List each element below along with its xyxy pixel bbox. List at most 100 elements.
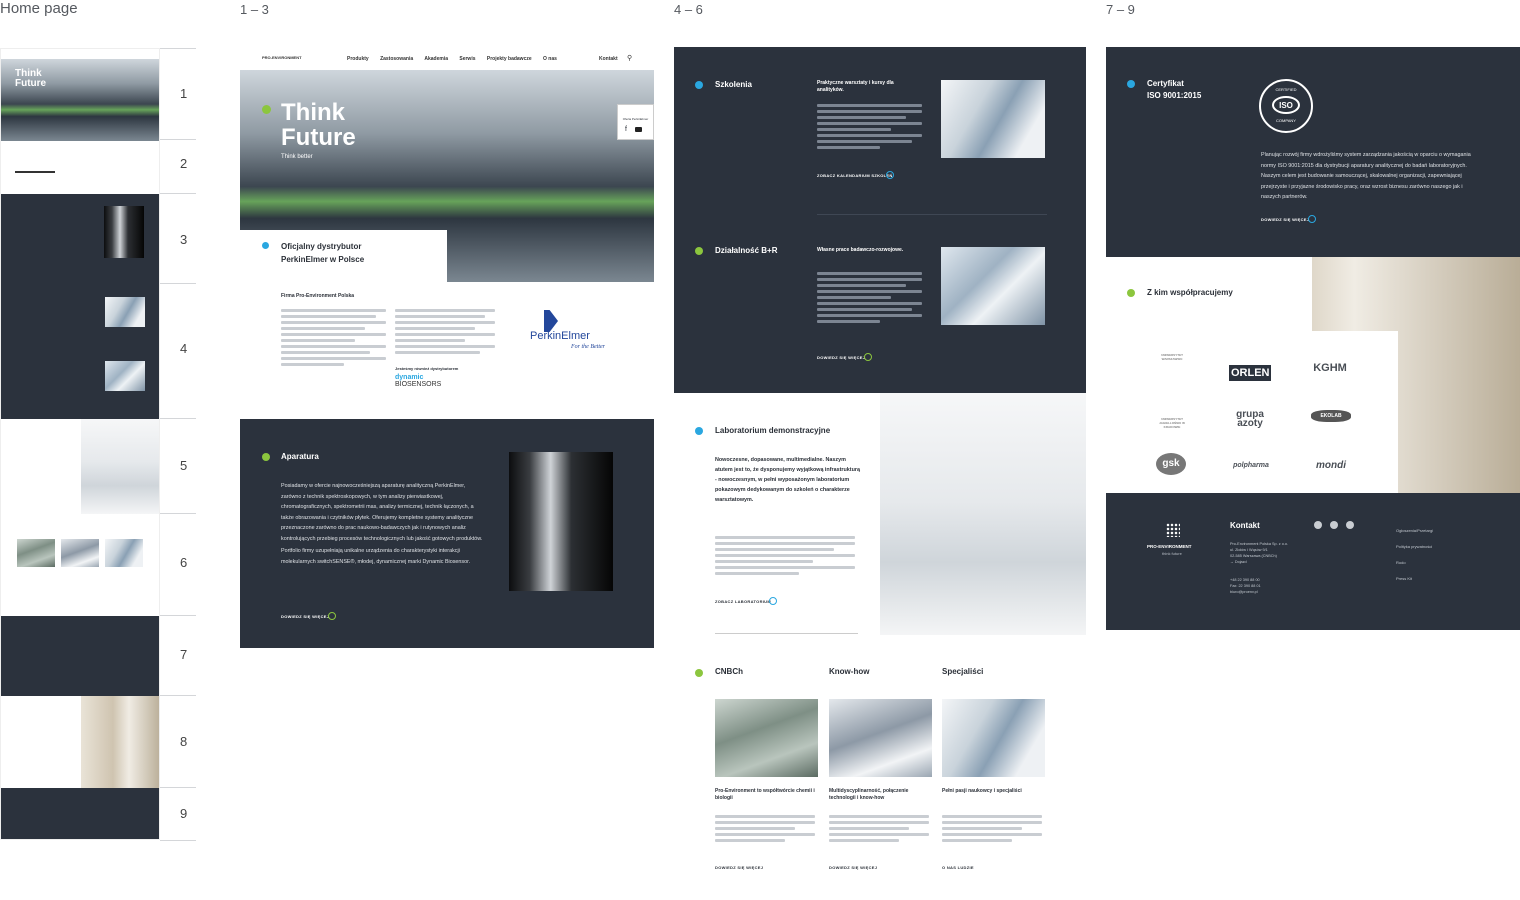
footer-logo[interactable]: PRO-ENVIRONMENT — [1147, 544, 1192, 549]
column-label-1-3: 1 – 3 — [240, 2, 269, 17]
row-number: 7 — [180, 647, 188, 662]
column-label-home: Home page — [0, 0, 78, 17]
green-dot-icon — [262, 453, 270, 461]
firm-title: Firma Pro-Environment Polska — [281, 293, 355, 299]
partner-logo-kghm: KGHM — [1313, 362, 1347, 374]
dynamic-logo: dynamic — [395, 374, 424, 381]
distributor-heading: Oficjalny dystrybutor PerkinElmer w Pols… — [281, 242, 365, 264]
column-label-4-6: 4 – 6 — [674, 2, 703, 17]
arrow-right-icon[interactable] — [769, 597, 777, 605]
card-heading-know-how: Know-how — [829, 667, 870, 676]
hero-subtitle: Think better — [281, 154, 313, 160]
know-how-image — [829, 699, 932, 777]
green-dot-icon — [1127, 289, 1135, 297]
br-heading: Działalność B+R — [715, 246, 778, 255]
row-number: 4 — [180, 341, 188, 356]
aparatura-text-2: Portfolio firmy uzupełniają unikalne urz… — [281, 548, 471, 565]
footer: PRO-ENVIRONMENT think future Kontakt Pro… — [1106, 493, 1520, 630]
cnbch-image — [715, 699, 818, 777]
card-heading-cnbch: CNBCh — [715, 667, 743, 676]
br-more-link[interactable]: DOWIEDZ SIĘ WIĘCEJ — [817, 355, 865, 360]
row-number: 5 — [180, 458, 188, 473]
facebook-icon[interactable] — [1330, 521, 1338, 529]
br-sub: Własne prace badawczo-rozwojowe. — [817, 247, 904, 253]
lab-bold-text: Nowoczesne, dopasowane, multimedialne. N… — [715, 457, 860, 503]
youtube-icon[interactable] — [635, 127, 642, 132]
arrow-right-icon[interactable] — [328, 612, 336, 620]
know-how-title: Multidyscyplinarność, połączenie technol… — [829, 788, 909, 801]
iso-heading-1: Certyfikat — [1147, 79, 1184, 88]
arrow-right-icon[interactable] — [864, 353, 872, 361]
device-image — [509, 452, 613, 591]
row-number: 3 — [180, 232, 188, 247]
perkinelmer-logo: PerkinElmer — [530, 330, 590, 342]
footer-email[interactable]: biuro@proenv.pl — [1230, 589, 1261, 595]
nav-kontakt[interactable]: Kontakt — [599, 56, 618, 62]
specjalisci-title: Pełni pasji naukowcy i specjaliści — [942, 788, 1022, 794]
iso-badge-mid: ISO — [1272, 96, 1300, 114]
partner-logo-orlen: ORLEN — [1229, 365, 1271, 381]
footer-directions-link[interactable]: → Dojazd — [1230, 559, 1288, 565]
search-icon[interactable]: ⚲ — [627, 54, 632, 62]
lab-image — [880, 393, 1086, 635]
iso-badge-bot: COMPANY — [1276, 118, 1296, 123]
section-4-6: Szkolenia Praktyczne warsztaty i kursy d… — [674, 47, 1086, 877]
cnbch-more-link[interactable]: DOWIEDZ SIĘ WIĘCEJ — [715, 865, 763, 870]
lab-heading: Laboratorium demonstracyjne — [715, 426, 831, 435]
arrow-right-icon[interactable] — [1308, 215, 1316, 223]
szkolenia-heading: Szkolenia — [715, 80, 752, 89]
specjalisci-image — [942, 699, 1045, 777]
footer-link-polityka[interactable]: Polityka prywatności — [1396, 539, 1433, 555]
partners-heading: Z kim współpracujemy — [1147, 288, 1233, 297]
partner-logo-azoty: grupa azoty — [1236, 409, 1264, 429]
hero-title-1: Think — [281, 99, 345, 126]
iso-text: Planując rozwój firmy wdrożyliśmy system… — [1261, 152, 1471, 200]
row-number: 9 — [180, 806, 188, 821]
youtube-icon[interactable] — [1346, 521, 1354, 529]
section-7-9: Certyfikat ISO 9001:2015 CERTIFIED ISO C… — [1106, 47, 1520, 630]
facebook-icon[interactable]: f — [625, 126, 627, 133]
footer-link-rodo[interactable]: Rodo — [1396, 555, 1433, 571]
blue-dot-icon — [1127, 80, 1135, 88]
szkolenia-image — [941, 80, 1045, 158]
iso-badge-top: CERTIFIED — [1275, 87, 1297, 92]
aparatura-more-link[interactable]: DOWIEDZ SIĘ WIĘCEJ — [281, 614, 329, 619]
know-how-more-link[interactable]: DOWIEDZ SIĘ WIĘCEJ — [829, 865, 877, 870]
nav-item-produkty[interactable]: Produkty — [347, 56, 369, 62]
partner-logo-polpharma: polpharma — [1233, 462, 1269, 469]
blue-dot-icon — [695, 81, 703, 89]
iso-more-link[interactable]: DOWIEDZ SIĘ WIĘCEJ — [1261, 217, 1309, 222]
column-label-7-9: 7 – 9 — [1106, 2, 1135, 17]
specjalisci-more-link[interactable]: O NAS LUDZIE — [942, 865, 974, 870]
row-number: 2 — [180, 156, 188, 171]
footer-link-press[interactable]: Press Kit — [1396, 571, 1433, 587]
cnbch-title: Pro-Environment to współtwórcie chemii i… — [715, 788, 815, 801]
szkolenia-more-link[interactable]: ZOBACZ KALENDARIUM SZKOLEŃ — [817, 173, 893, 178]
aparatura-text: Posiadamy w ofercie najnowocześniejszą a… — [281, 483, 483, 542]
perkinelmer-logo-icon — [544, 310, 558, 332]
green-dot-icon — [695, 247, 703, 255]
iso-heading-2: ISO 9001:2015 — [1147, 91, 1202, 100]
blue-dot-icon — [262, 242, 269, 249]
row-number: 1 — [180, 86, 188, 101]
hero-side-panel[interactable]: Oferta PerkinElmer — [617, 104, 654, 140]
blue-dot-icon — [695, 427, 703, 435]
linkedin-icon[interactable] — [1314, 521, 1322, 529]
partner-logo-gsk: gsk — [1156, 453, 1186, 475]
home-page-thumbnail[interactable]: Think Future — [0, 48, 160, 840]
nav-item-serwis[interactable]: Serwis — [459, 56, 475, 62]
row-number: 6 — [180, 555, 188, 570]
br-image — [941, 247, 1045, 325]
partner-logo-uj: UNIWERSYTET JAGIELLOŃSKI W KRAKOWIE — [1159, 417, 1185, 429]
site-logo[interactable]: PRO-ENVIRONMENT — [262, 55, 302, 60]
nav-item-zastosowania[interactable]: Zastosowania — [380, 56, 413, 62]
arrow-right-icon[interactable] — [886, 171, 894, 179]
footer-link-ogloszenia[interactable]: Ogłoszenia/Przetargi — [1396, 523, 1433, 539]
section-1-3: PRO-ENVIRONMENT Produkty Zastosowania Ak… — [240, 48, 654, 648]
nav-item-akademia[interactable]: Akademia — [424, 56, 448, 62]
official-label: Jesteśmy również dystrybutorem — [395, 366, 459, 371]
szkolenia-sub: Praktyczne warsztaty i kursy dla anality… — [817, 80, 894, 93]
lab-more-link[interactable]: ZOBACZ LABORATORIUM — [715, 599, 771, 604]
nav-item-projekty[interactable]: Projekty badawcze — [487, 56, 532, 62]
nav-item-o-nas[interactable]: O nas — [543, 56, 557, 62]
